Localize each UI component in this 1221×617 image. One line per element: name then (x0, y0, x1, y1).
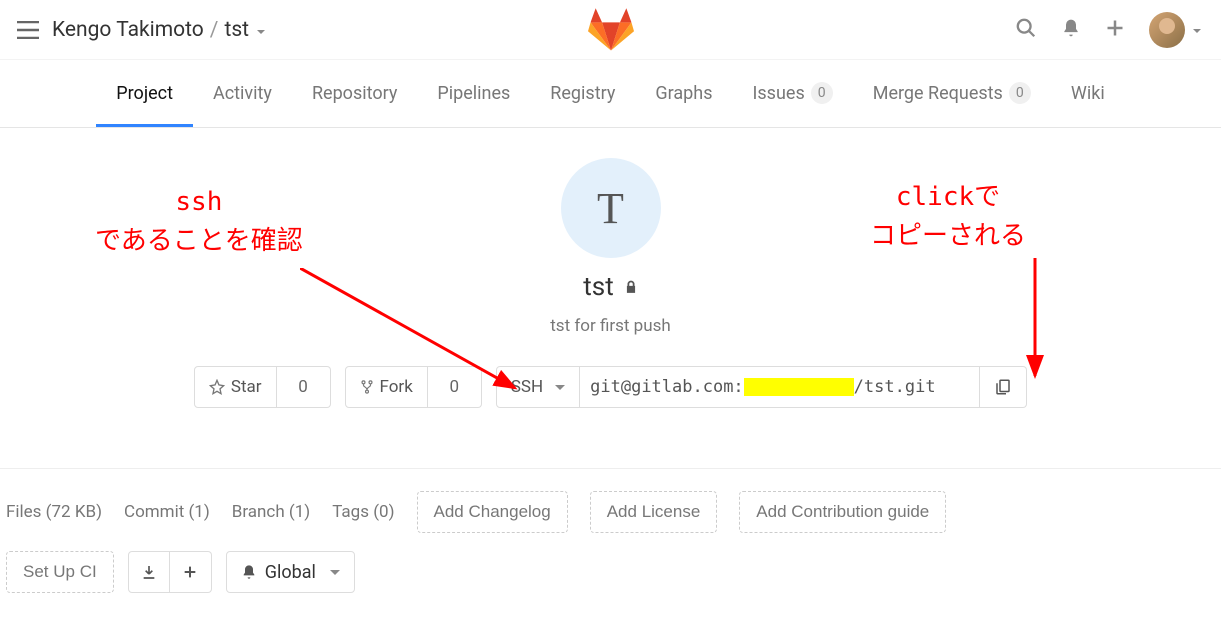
gitlab-logo-icon[interactable] (588, 8, 634, 56)
fork-button[interactable]: Fork (345, 366, 428, 408)
fork-count[interactable]: 0 (428, 366, 482, 408)
second-row: Set Up CI Global (0, 537, 1221, 613)
breadcrumb[interactable]: Kengo Takimoto / tst (52, 18, 265, 42)
fork-icon (360, 378, 374, 396)
search-icon[interactable] (1015, 17, 1037, 43)
star-group: Star 0 (194, 366, 331, 408)
tab-activity[interactable]: Activity (193, 60, 292, 127)
star-count[interactable]: 0 (277, 366, 331, 408)
user-menu[interactable] (1149, 12, 1201, 48)
setup-ci-button[interactable]: Set Up CI (6, 551, 114, 593)
add-contrib-guide-button[interactable]: Add Contribution guide (739, 491, 946, 533)
star-icon (209, 379, 225, 395)
bell-icon[interactable] (1061, 17, 1081, 43)
clone-group: SSH git@gitlab.com: /tst.git (496, 366, 1027, 408)
star-button[interactable]: Star (194, 366, 277, 408)
clone-url-input[interactable]: git@gitlab.com: /tst.git (580, 366, 980, 408)
tab-graphs[interactable]: Graphs (635, 60, 732, 127)
avatar (1149, 12, 1185, 48)
tab-pipelines[interactable]: Pipelines (417, 60, 530, 127)
tab-project[interactable]: Project (96, 60, 193, 127)
clone-protocol-dropdown[interactable]: SSH (496, 366, 580, 408)
lock-icon (624, 279, 638, 295)
copy-url-button[interactable] (980, 366, 1027, 408)
clone-url-prefix: git@gitlab.com: (590, 377, 744, 397)
clone-url-redacted (744, 378, 854, 397)
notification-dropdown[interactable]: Global (226, 551, 355, 593)
breadcrumb-owner[interactable]: Kengo Takimoto (52, 18, 204, 42)
hamburger-icon[interactable] (8, 10, 48, 50)
tab-repository[interactable]: Repository (292, 60, 417, 127)
topbar-actions (1015, 12, 1213, 48)
files-link[interactable]: Files (72 KB) (6, 502, 102, 522)
tags-link[interactable]: Tags (0) (332, 502, 394, 522)
user-menu-caret-icon (1189, 20, 1201, 39)
download-icon (141, 564, 157, 580)
tab-wiki[interactable]: Wiki (1051, 60, 1125, 127)
issues-count-badge: 0 (811, 82, 833, 104)
tab-issues[interactable]: Issues 0 (733, 60, 853, 127)
project-description: tst for first push (0, 316, 1221, 336)
breadcrumb-separator: / (210, 18, 219, 42)
mr-count-badge: 0 (1009, 82, 1031, 104)
plus-icon (182, 564, 198, 580)
plus-icon[interactable] (1105, 18, 1125, 42)
clone-url-suffix: /tst.git (854, 377, 936, 397)
top-bar: Kengo Takimoto / tst (0, 0, 1221, 60)
tab-registry[interactable]: Registry (530, 60, 635, 127)
project-avatar: T (561, 158, 661, 258)
branch-link[interactable]: Branch (1) (232, 502, 310, 522)
tab-merge-requests[interactable]: Merge Requests 0 (853, 60, 1051, 127)
copy-icon (994, 377, 1012, 397)
add-button[interactable] (170, 551, 212, 593)
breadcrumb-caret-icon[interactable] (253, 18, 265, 42)
commit-link[interactable]: Commit (1) (124, 502, 210, 522)
annotation-ssh: ssh であることを確認 (95, 183, 303, 261)
project-name: tst (0, 272, 1221, 302)
breadcrumb-project[interactable]: tst (224, 18, 249, 42)
bell-icon (241, 563, 257, 581)
fork-group: Fork 0 (345, 366, 482, 408)
project-nav: Project Activity Repository Pipelines Re… (0, 60, 1221, 128)
annotation-copy: clickで コピーされる (870, 178, 1026, 256)
action-row: Star 0 Fork 0 SSH git@gitlab.com: /tst.gi… (0, 366, 1221, 408)
add-license-button[interactable]: Add License (590, 491, 718, 533)
download-button[interactable] (128, 551, 170, 593)
add-changelog-button[interactable]: Add Changelog (417, 491, 568, 533)
stats-row: Files (72 KB) Commit (1) Branch (1) Tags… (0, 468, 1221, 537)
project-header: T tst tst for first push Star 0 Fork 0 S… (0, 128, 1221, 428)
